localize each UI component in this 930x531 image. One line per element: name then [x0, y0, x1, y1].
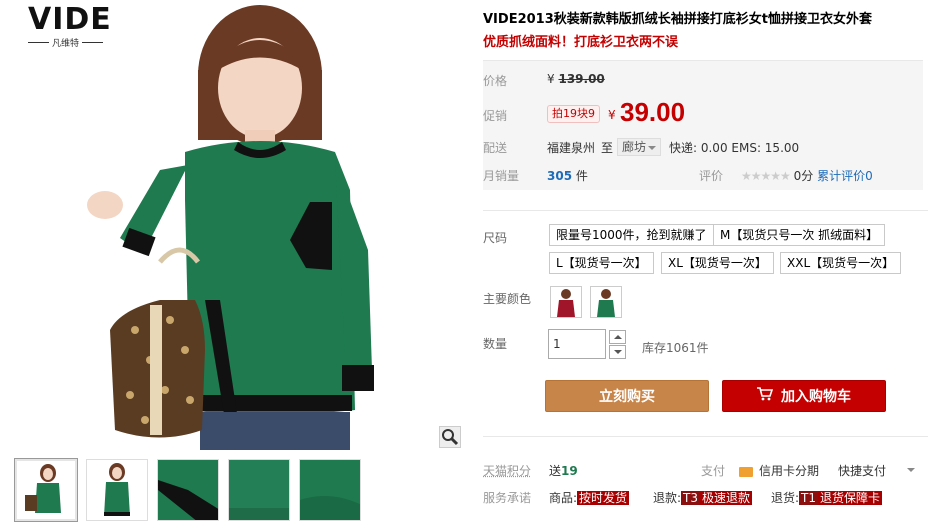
size-option-xxl[interactable]: XXL【现货号一次】	[780, 252, 902, 274]
quick-pay[interactable]: 快捷支付	[838, 462, 886, 479]
main-product-image[interactable]: VIDE 凡维特	[10, 0, 463, 450]
quantity-decrease-button[interactable]	[609, 345, 626, 359]
review-count-link[interactable]: 累计评价0	[817, 169, 873, 183]
rewards-service-box: 天猫积分 送19 支付 信用卡分期 快捷支付 服务承诺 商品: 按时发货 退款: T…	[483, 450, 923, 531]
brand-logo: VIDE 凡维特	[28, 2, 112, 49]
points-value: 19	[561, 464, 578, 478]
product-subtitle: 优质抓绒面料！打底衫卫衣两不误	[483, 35, 679, 50]
monthly-sales-label: 月销量	[483, 169, 520, 183]
thumbnail-1[interactable]	[14, 458, 78, 522]
return-guarantee-badge[interactable]: 退货保障卡	[818, 491, 883, 505]
points-prefix: 送	[549, 464, 562, 478]
thumbnail-5[interactable]	[299, 459, 361, 521]
credit-card-icon	[739, 466, 753, 477]
brand-name: VIDE	[28, 2, 112, 37]
sale-price: 39.00	[620, 97, 686, 127]
size-label: 尺码	[483, 231, 508, 245]
credit-installment[interactable]: 信用卡分期	[739, 462, 819, 479]
size-option-xl[interactable]: XL【现货号一次】	[661, 252, 774, 274]
quantity-label: 数量	[483, 337, 508, 351]
color-label: 主要颜色	[483, 292, 532, 306]
tmall-points-label[interactable]: 天猫积分	[483, 462, 531, 479]
fast-refund-badge[interactable]: 极速退款	[700, 491, 753, 505]
brand-subname: 凡维特	[52, 39, 80, 49]
stock-count: 库存1061件	[642, 341, 709, 355]
rating-score: 0分	[793, 169, 814, 183]
quantity-increase-button[interactable]	[609, 330, 626, 344]
size-option-l[interactable]: L【现货号一次】	[549, 252, 654, 274]
monthly-sales-unit: 件	[575, 169, 588, 183]
service-promise-label: 服务承诺	[483, 491, 532, 505]
product-title: VIDE2013秋装新款韩版抓绒长袖拼接打底衫女t恤拼接卫衣女外套	[483, 12, 872, 27]
return-code-badge: T1	[799, 491, 819, 505]
shipping-to: 至	[601, 141, 614, 155]
return-prefix: 退货:	[771, 491, 800, 505]
shipping-fees: 快递: 0.00 EMS: 15.00	[669, 141, 800, 155]
refund-prefix: 退款:	[653, 491, 682, 505]
shipping-label: 配送	[483, 141, 508, 155]
color-swatch-red[interactable]	[550, 286, 582, 318]
rating-label: 评价	[699, 169, 724, 183]
chevron-down-icon[interactable]	[907, 468, 915, 476]
thumbnail-strip	[14, 458, 361, 522]
model-photo	[87, 5, 374, 450]
thumbnail-4[interactable]	[228, 459, 290, 521]
original-currency: ¥	[547, 72, 555, 86]
divider	[483, 210, 928, 211]
price-label: 价格	[483, 74, 508, 88]
zoom-icon[interactable]	[439, 426, 461, 448]
destination-select[interactable]: 廊坊	[617, 138, 662, 156]
rating-stars-icon: ★★★★★	[741, 169, 791, 183]
payment-label: 支付	[701, 464, 726, 478]
original-price: 139.00	[558, 72, 605, 86]
price-box: 价格 ¥ 139.00 促销 拍19块9 ¥ 39.00 配送 福建泉州 至 廊…	[483, 60, 923, 190]
shipping-origin: 福建泉州	[547, 141, 596, 155]
on-time-ship-badge[interactable]: 按时发货	[577, 491, 630, 505]
sale-currency: ¥	[608, 108, 616, 122]
cart-icon	[757, 381, 774, 413]
promo-tag: 拍19块9	[547, 105, 600, 123]
promo-label: 促销	[483, 109, 508, 123]
buy-now-label: 立刻购买	[599, 389, 655, 405]
goods-prefix: 商品:	[549, 491, 578, 505]
thumbnail-3[interactable]	[157, 459, 219, 521]
thumbnail-2[interactable]	[86, 459, 148, 521]
add-to-cart-button[interactable]: 加入购物车	[722, 380, 886, 412]
buy-now-button[interactable]: 立刻购买	[545, 380, 709, 412]
size-option-limited[interactable]: 限量号1000件，抢到就赚了	[549, 224, 714, 246]
color-swatch-green[interactable]	[590, 286, 622, 318]
quantity-input[interactable]	[548, 329, 606, 359]
monthly-sales-count: 305	[547, 169, 573, 183]
refund-code-badge: T3	[681, 491, 701, 505]
add-to-cart-label: 加入购物车	[781, 389, 851, 405]
size-option-m[interactable]: M【现货只号一次 抓绒面料】	[713, 224, 886, 246]
divider	[483, 436, 928, 437]
